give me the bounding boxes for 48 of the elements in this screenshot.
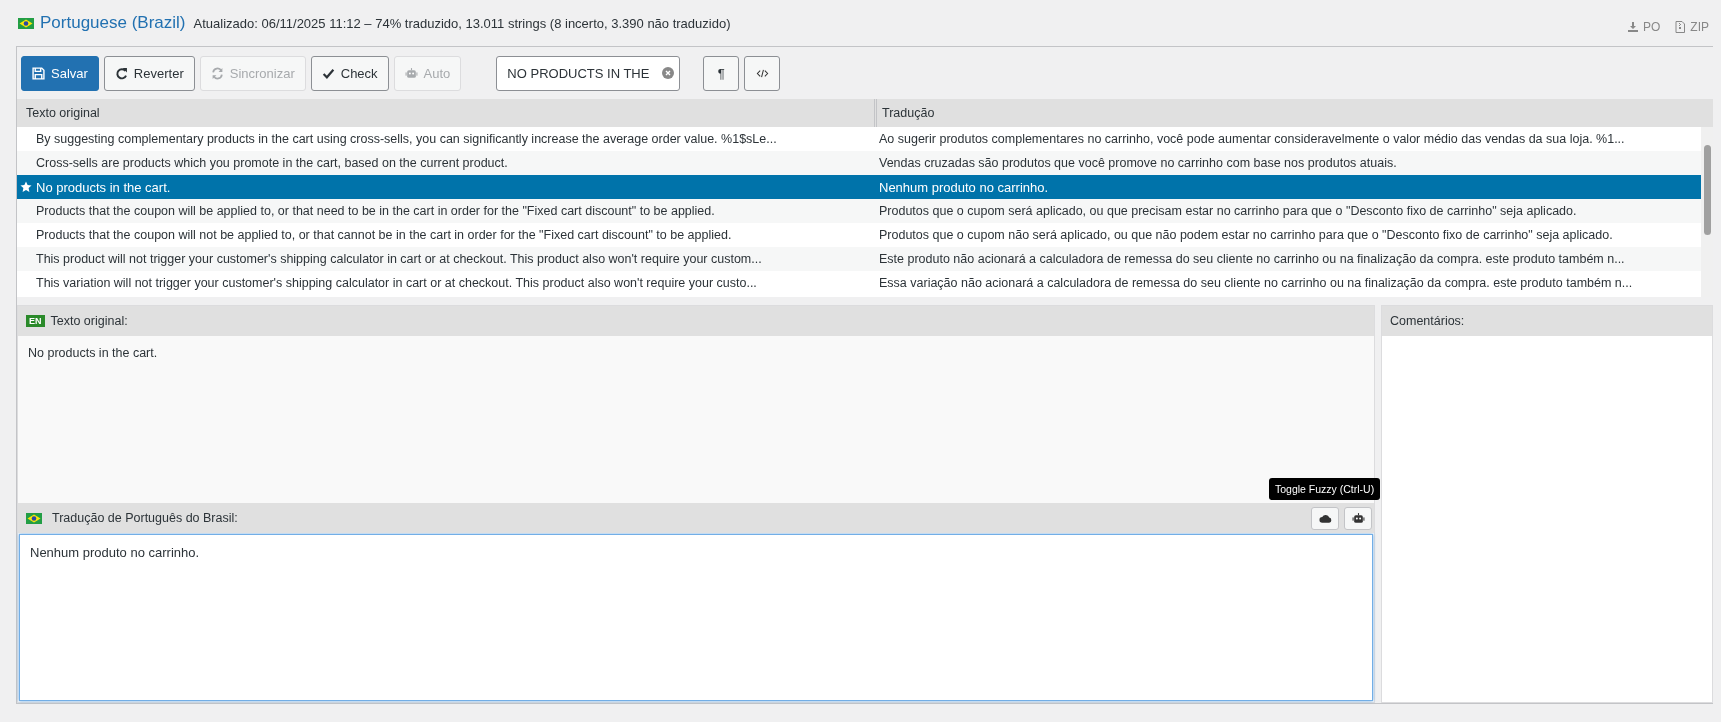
source-text-cell-text: Products that the coupon will not be applied to, or that cannot be in the cart in order for the "Fixed cart discount" to be applied.	[35, 228, 733, 242]
translation-text-cell-text: Produtos que o cupom será aplicado, ou que precisam estar no carrinho para que o "Desconto fixo de carrinho" seja aplicado.	[878, 204, 1578, 218]
string-row[interactable]	[17, 247, 1701, 271]
sync-icon	[210, 66, 224, 80]
checkmark-icon	[321, 66, 335, 80]
string-row[interactable]	[17, 199, 1701, 223]
source-text-cell-text: Products that the coupon will be applied to, or that need to be in the cart in order for the "Fixed cart discount" to be applied.	[35, 204, 716, 218]
translation-text-cell-text: Essa variação não acionará a calculadora de remessa do seu cliente no carrinho ou na finalização da compra. este produto também n...	[878, 276, 1634, 290]
translation-text-cell-text: Produtos que o cupom não será aplicado, ou que não podem estar no carrinho para que o "Desconto fixo de carrinho" seja aplicado.	[878, 228, 1614, 242]
translation-text-cell-text: Este produto não acionará a calculadora de remessa do seu cliente no carrinho ou na finalização da compra. este produto também n...	[878, 252, 1626, 266]
zip-file-icon	[1674, 21, 1687, 33]
translation-text-cell-text: Ao sugerir produtos complementares no carrinho, você pode aumentar consideravelmente o valor médio das vendas da sua loja. %1...	[878, 132, 1626, 146]
column-header[interactable]: Texto original	[17, 99, 874, 127]
source-text-cell-text: This product will not trigger your customer's shipping calculator in cart or at checkout. This product also won't require your custom...	[35, 252, 763, 266]
source-text: No products in the cart.	[28, 346, 158, 360]
download-icon	[1627, 21, 1639, 33]
panel-title: Tradução de Português do Brasil:	[52, 511, 238, 525]
search-field[interactable]: NO PRODUCTS IN THE	[496, 55, 681, 91]
toolbar-button[interactable]: Reverter	[103, 55, 195, 91]
source-text-cell-text: This variation will not trigger your customer's shipping calculator in cart or at checkout. This product also won't require your custo...	[35, 276, 758, 290]
code-view-button[interactable]	[744, 55, 781, 91]
toolbar-button[interactable]: Salvar	[21, 55, 99, 91]
translation-text-cell-text: Nenhum produto no carrinho.	[878, 179, 1050, 195]
language-badge: EN	[26, 315, 45, 327]
source-text-cell-text: Cross-sells are products which you promote in the cart, based on the current product.	[35, 156, 509, 170]
brazil-flag-icon	[26, 512, 42, 524]
panel-title: Texto original:	[50, 314, 128, 328]
fuzzy-toggle-button[interactable]	[1311, 506, 1339, 530]
clear-icon[interactable]	[662, 66, 675, 79]
scrollbar[interactable]	[1701, 127, 1713, 297]
save-icon	[32, 66, 45, 80]
string-row[interactable]: Cross-sells are products which you promote in the cart, based on the current product. Vendas cruzadas são produtos que você promove no carrinho com base nos produtos atuais.	[17, 151, 1701, 175]
translation-text-cell-text: Vendas cruzadas são produtos que você promove no carrinho com base nos produtos atuais.	[878, 156, 1398, 170]
source-text-cell-text: By suggesting complementary products in the cart using cross-sells, you can significantly increase the average order value. %1$sLe...	[35, 132, 778, 146]
brazil-flag-icon	[18, 17, 34, 29]
auto-translate-button[interactable]	[1344, 506, 1372, 530]
invisibles-button[interactable]: ¶	[703, 55, 740, 91]
translation-status: Atualizado: 06/11/2025 11:12 – 74% traduzido, 13.011 strings (8 incerto, 3.390 não traduzido)	[193, 15, 731, 31]
language-title: Portuguese (Brazil)	[40, 13, 186, 33]
robot-icon	[1351, 511, 1365, 525]
toolbar-button[interactable]: Check	[310, 55, 389, 91]
robot-icon	[404, 66, 418, 80]
translation-input[interactable]: Nenhum produto no carrinho.	[19, 534, 1373, 701]
string-row[interactable]: No products in the cart. Nenhum produto no carrinho.	[17, 175, 1701, 199]
tooltip: Toggle Fuzzy (Ctrl-U)	[1269, 477, 1381, 500]
undo-icon	[114, 66, 128, 80]
source-text-cell-text: No products in the cart.	[35, 179, 172, 195]
panel-title: Comentários:	[1390, 314, 1465, 328]
